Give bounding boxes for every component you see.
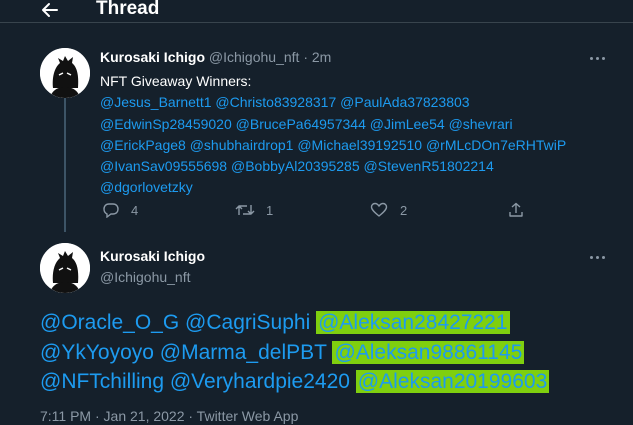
like-icon	[370, 202, 388, 218]
mention-links[interactable]: @Oracle_O_G @CagriSuphi	[40, 311, 316, 334]
mention-line: @Jesus_Barnett1 @Christo83928317 @PaulAd…	[100, 92, 610, 113]
tweet-footer: 7:11 PM · Jan 21, 2022 · Twitter Web App	[40, 408, 299, 424]
mention-link[interactable]: @BobbyAl20395285	[231, 158, 360, 174]
retweet-count: 1	[266, 202, 274, 218]
mention-line: @IvanSav09555698 @BobbyAl20395285 @Steve…	[100, 156, 610, 177]
reply-tweet-meta: Kurosaki Ichigo @Ichigohu_nft · 2m	[100, 49, 331, 65]
header-divider	[0, 22, 633, 23]
retweet-action[interactable]: 1	[234, 202, 273, 218]
mention-link[interactable]: @shevrari	[449, 116, 513, 132]
more-icon[interactable]	[585, 51, 609, 65]
author-name[interactable]: Kurosaki Ichigo	[100, 49, 205, 65]
reply-action[interactable]: 4	[102, 202, 138, 218]
more-icon[interactable]	[585, 250, 609, 264]
thread-connector-line	[64, 98, 66, 232]
mention-link[interactable]: @rMLcDOn7eRHTwiP	[426, 137, 566, 153]
retweet-icon	[234, 202, 256, 218]
mention-link[interactable]: @shubhairdrop1	[190, 137, 294, 153]
page-title: Thread	[96, 0, 160, 19]
mention-link[interactable]: @BrucePa64957344	[236, 116, 366, 132]
highlighted-mention-link[interactable]: @Aleksan28427221	[316, 311, 510, 334]
like-count: 2	[400, 202, 408, 218]
tweet-intro: NFT Giveaway Winners:	[100, 73, 252, 89]
mention-link[interactable]: @Jesus_Barnett1	[100, 94, 212, 110]
highlighted-mention-link[interactable]: @Aleksan20199603	[355, 370, 550, 393]
mention-link[interactable]: @EdwinSp28459020	[100, 116, 232, 132]
main-tweet-line: @YkYoyoyo @Marma_delPBT @Aleksan98861145	[40, 338, 549, 368]
highlighted-mention-link[interactable]: @Aleksan98861145	[332, 340, 525, 364]
mention-link[interactable]: @ErickPage8	[100, 137, 186, 153]
mention-line: @dgorlovetzky	[100, 177, 610, 198]
back-arrow-icon[interactable]	[38, 0, 62, 21]
reply-count: 4	[131, 202, 139, 218]
mention-link[interactable]: @IvanSav09555698	[100, 158, 227, 174]
mention-link[interactable]: @dgorlovetzky	[100, 179, 193, 195]
author-handle[interactable]: @Ichigohu_nft	[100, 269, 191, 285]
author-name[interactable]: Kurosaki Ichigo	[100, 248, 205, 264]
mention-links[interactable]: @NFTchilling @Veryhardpie2420	[40, 370, 356, 393]
mention-links[interactable]: @YkYoyoyo @Marma_delPBT	[40, 341, 332, 364]
author-handle[interactable]: @Ichigohu_nft	[209, 49, 300, 65]
mentions-list: @Jesus_Barnett1 @Christo83928317 @PaulAd…	[100, 92, 610, 198]
thread-header: Thread	[0, 0, 633, 22]
mention-line: @ErickPage8 @shubhairdrop1 @Michael39192…	[100, 135, 610, 156]
mention-link[interactable]: @JimLee54	[370, 116, 445, 132]
mention-line: @EdwinSp28459020 @BrucePa64957344 @JimLe…	[100, 114, 610, 135]
mention-link[interactable]: @StevenR51802214	[364, 158, 494, 174]
avatar[interactable]	[40, 243, 90, 293]
mention-link[interactable]: @Michael39192510	[297, 137, 422, 153]
reply-tweet-text: NFT Giveaway Winners: @Jesus_Barnett1 @C…	[100, 71, 610, 199]
like-action[interactable]: 2	[370, 202, 407, 218]
share-icon[interactable]	[507, 202, 525, 218]
meta-separator: ·	[303, 49, 308, 65]
main-tweet-line: @NFTchilling @Veryhardpie2420 @Aleksan20…	[40, 367, 550, 397]
avatar[interactable]	[40, 48, 90, 98]
tweet-time[interactable]: 2m	[312, 49, 331, 65]
mention-link[interactable]: @Christo83928317	[215, 94, 336, 110]
main-tweet-text: @Oracle_O_G @CagriSuphi @Aleksan28427221…	[40, 308, 550, 397]
main-tweet-line: @Oracle_O_G @CagriSuphi @Aleksan28427221	[40, 308, 549, 338]
mention-link[interactable]: @PaulAda37823803	[340, 94, 469, 110]
reply-icon	[102, 202, 120, 218]
